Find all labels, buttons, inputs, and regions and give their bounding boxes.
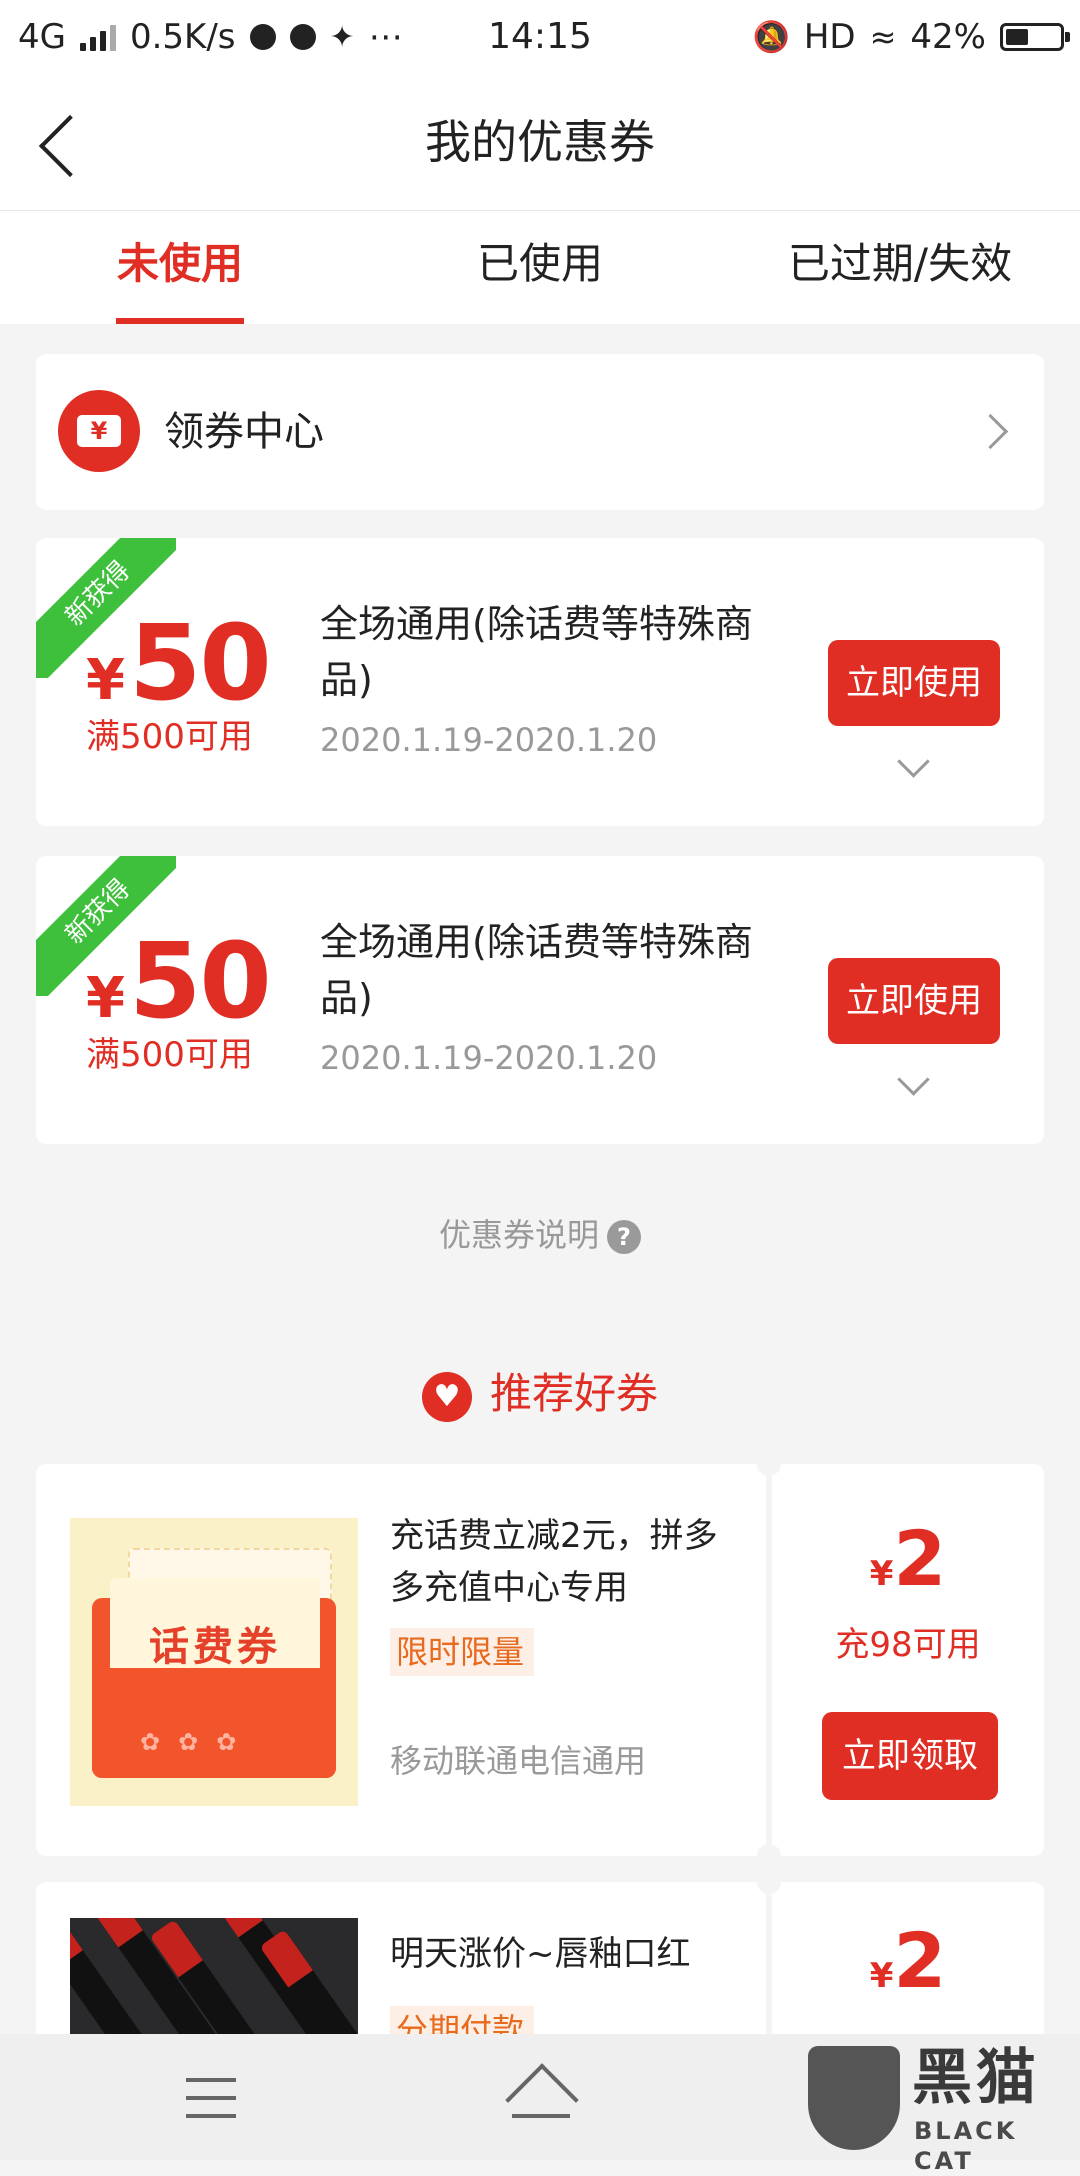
- explanation-label: 优惠券说明: [438, 1216, 599, 1254]
- watermark-cn: 黑猫: [912, 2043, 1040, 2113]
- card-notch: [757, 1844, 781, 1868]
- currency-symbol: ¥: [869, 1554, 894, 1594]
- question-icon: ?: [607, 1220, 641, 1254]
- currency-symbol: ¥: [869, 1956, 894, 1996]
- amount-value: 50: [128, 920, 272, 1042]
- nav-bar: 我的优惠券: [0, 74, 1080, 211]
- amount-value: 50: [128, 602, 272, 724]
- tab-label: 未使用: [116, 239, 243, 288]
- use-now-button[interactable]: 立即使用: [828, 640, 1000, 726]
- envelope-flap: [92, 1668, 336, 1778]
- carrier-logos-icon: ✿✿✿: [140, 1728, 255, 1756]
- recommend-price-panel: ¥2 充98可用 立即领取: [772, 1464, 1044, 1856]
- coupon-description: 全场通用(除话费等特殊商品): [320, 602, 753, 702]
- home-icon[interactable]: [505, 2063, 579, 2137]
- recommend-condition: 充98可用: [835, 1625, 981, 1665]
- tab-expired[interactable]: 已过期/失效: [720, 211, 1080, 324]
- ticket-icon: ¥: [58, 390, 140, 472]
- use-now-button[interactable]: 立即使用: [828, 958, 1000, 1044]
- heart-icon: [421, 1371, 472, 1422]
- tab-unused[interactable]: 未使用: [0, 211, 360, 324]
- chevron-down-icon[interactable]: [897, 1063, 930, 1096]
- tab-underline: [116, 318, 244, 324]
- tab-bar: 未使用 已使用 已过期/失效: [0, 211, 1080, 324]
- currency-symbol: ¥: [86, 648, 125, 713]
- recommend-amount: ¥2: [772, 1514, 1044, 1604]
- recommend-title: 充话费立减2元，拼多多充值中心专用: [390, 1516, 718, 1608]
- coupon-card: 新获得 ¥ 50 满500可用 全场通用(除话费等特殊商品) 2020.1.19…: [36, 856, 1044, 1144]
- card-notch: [757, 1870, 781, 1894]
- recommend-amount: ¥2: [772, 1916, 1044, 2006]
- coupon-condition: 满500可用: [86, 717, 253, 757]
- ticket-icon-glyph: ¥: [90, 417, 108, 445]
- cat-shield-icon: [808, 2046, 900, 2150]
- chevron-down-icon[interactable]: [897, 745, 930, 778]
- coupon-amount: ¥ 50: [86, 602, 272, 724]
- phone-fee-coupon-image: 话费券 ✿✿✿: [70, 1518, 358, 1806]
- tab-label: 已使用: [476, 239, 603, 288]
- coupon-explanation-link[interactable]: 优惠券说明?: [0, 1212, 1080, 1258]
- recommend-subtitle: 移动联通电信通用: [390, 1742, 647, 1780]
- watermark-logo: 黑猫 BLACK CAT: [808, 2043, 1070, 2175]
- watermark-en: BLACK CAT: [914, 2117, 1018, 2175]
- page-title: 我的优惠券: [425, 115, 655, 169]
- mute-icon: 🔕: [752, 19, 790, 55]
- coupon-center-link[interactable]: ¥ 领券中心: [36, 354, 1044, 510]
- coupon-card: 新获得 ¥ 50 满500可用 全场通用(除话费等特殊商品) 2020.1.19…: [36, 538, 1044, 826]
- status-bar: 4G 0.5K/s ✦ ⋯ 14:15 🔕 HD ≈ 42%: [0, 0, 1080, 74]
- recommend-heading: 推荐好券: [0, 1362, 1080, 1426]
- coupon-date: 2020.1.19-2020.1.20: [320, 721, 658, 759]
- coupon-condition: 满500可用: [86, 1035, 253, 1075]
- recommend-card[interactable]: 话费券 ✿✿✿ 充话费立减2元，拼多多充值中心专用 限时限量 移动联通电信通用: [36, 1464, 766, 1856]
- currency-symbol: ¥: [86, 966, 125, 1031]
- claim-button[interactable]: 立即领取: [822, 1712, 998, 1800]
- wifi-icon: ≈: [869, 18, 897, 56]
- amount-value: 2: [893, 1916, 947, 2005]
- coupon-amount: ¥ 50: [86, 920, 272, 1042]
- menu-icon[interactable]: [186, 2078, 236, 2118]
- coupon-date: 2020.1.19-2020.1.20: [320, 1039, 658, 1077]
- recommend-title: 推荐好券: [489, 1369, 658, 1418]
- battery-icon: [1000, 23, 1070, 51]
- recommend-title: 明天涨价~唇釉口红: [390, 1934, 691, 1974]
- battery-percent: 42%: [910, 17, 986, 57]
- tab-used[interactable]: 已使用: [360, 211, 720, 324]
- promo-tag: 限时限量: [390, 1628, 535, 1676]
- tab-label: 已过期/失效: [787, 239, 1013, 288]
- image-label: 话费券: [149, 1624, 281, 1670]
- coupon-center-label: 领券中心: [164, 409, 324, 455]
- hd-indicator: HD: [803, 17, 856, 57]
- coupon-description: 全场通用(除话费等特殊商品): [320, 920, 753, 1020]
- card-notch: [757, 1452, 781, 1476]
- chevron-right-icon: [972, 413, 1009, 450]
- amount-value: 2: [893, 1514, 947, 1603]
